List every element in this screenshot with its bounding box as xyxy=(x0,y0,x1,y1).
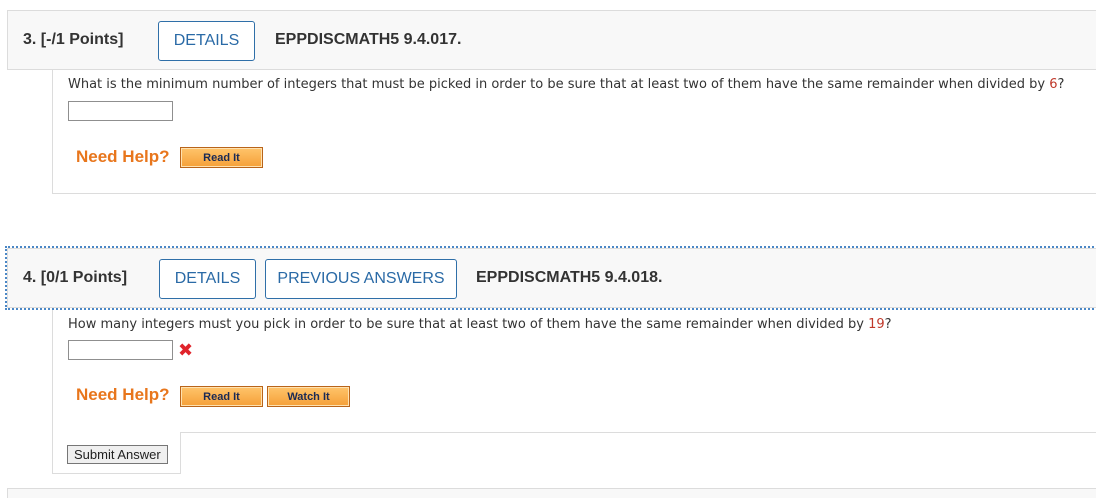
question-4-divisor: 19 xyxy=(868,317,885,332)
question-4-watch-it-button[interactable]: Watch It xyxy=(267,386,350,407)
question-4-code: EPPDISCMATH5 9.4.018. xyxy=(476,269,663,286)
submit-answer-button[interactable]: Submit Answer xyxy=(67,445,168,464)
question-4-header: 4. [0/1 Points] DETAILS PREVIOUS ANSWERS… xyxy=(5,246,1096,310)
question-3-body: What is the minimum number of integers t… xyxy=(52,70,1096,194)
next-question-header xyxy=(7,488,1096,498)
submit-tab: Submit Answer xyxy=(52,432,181,474)
question-3-points: 3. [-/1 Points] xyxy=(23,31,124,48)
question-4-answer-input[interactable] xyxy=(68,340,173,360)
question-3-read-it-button[interactable]: Read It xyxy=(180,147,263,168)
question-3-details-button[interactable]: DETAILS xyxy=(158,21,255,61)
question-3-divisor: 6 xyxy=(1049,77,1058,92)
question-4-previous-answers-button[interactable]: PREVIOUS ANSWERS xyxy=(265,259,457,299)
question-4-points: 4. [0/1 Points] xyxy=(23,269,128,286)
question-3-text: What is the minimum number of integers t… xyxy=(68,77,1065,92)
question-3-code: EPPDISCMATH5 9.4.017. xyxy=(275,31,462,48)
question-4-details-button[interactable]: DETAILS xyxy=(159,259,256,299)
question-4-need-help-label: Need Help? xyxy=(76,385,170,404)
question-4-read-it-button[interactable]: Read It xyxy=(180,386,263,407)
question-4-body: How many integers must you pick in order… xyxy=(52,310,1096,433)
question-4-divider xyxy=(181,432,1096,433)
incorrect-icon: ✖ xyxy=(178,340,194,361)
question-3-need-help-label: Need Help? xyxy=(76,147,170,166)
question-3-header: 3. [-/1 Points] DETAILS EPPDISCMATH5 9.4… xyxy=(7,10,1096,70)
question-4-text: How many integers must you pick in order… xyxy=(68,317,892,332)
question-3-answer-input[interactable] xyxy=(68,101,173,121)
